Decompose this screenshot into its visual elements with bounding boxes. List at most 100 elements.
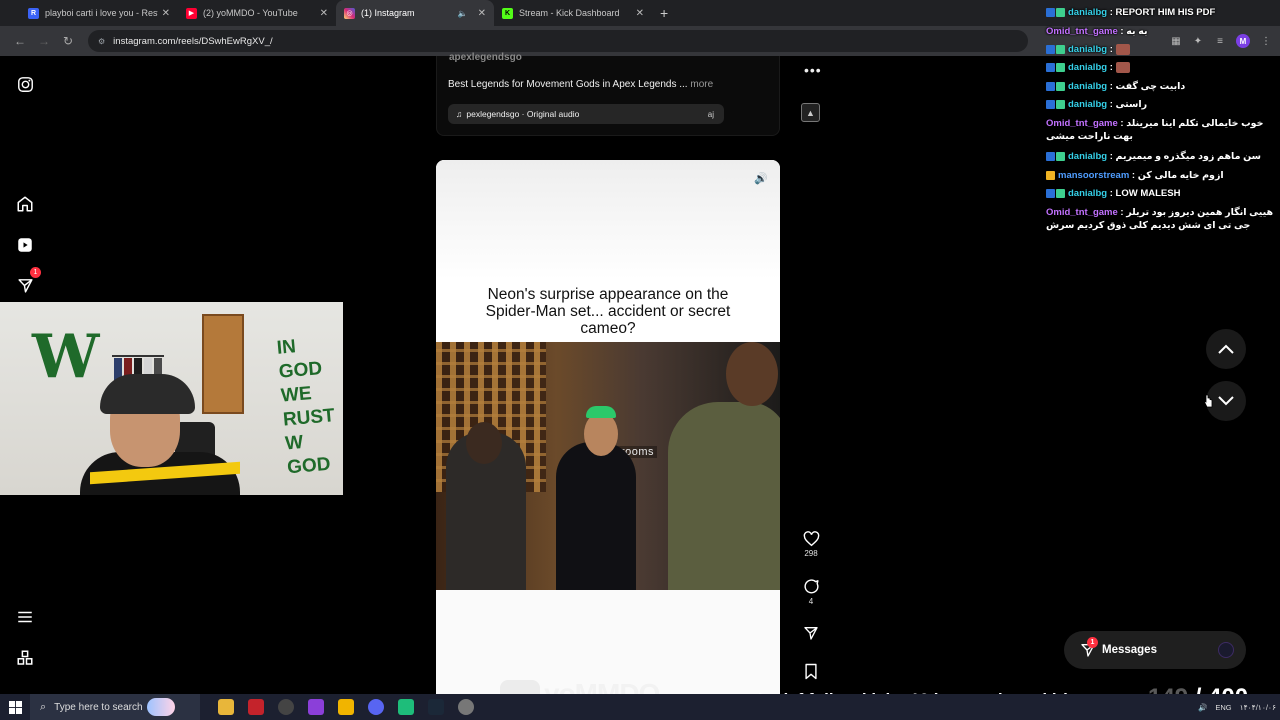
new-tab-button[interactable]: + — [660, 5, 668, 21]
chat-text: راستی — [1115, 99, 1148, 110]
save-button[interactable] — [798, 663, 824, 680]
chat-username: danialbg — [1068, 99, 1108, 110]
chat-badges — [1046, 44, 1065, 54]
chat-username: danialbg — [1068, 188, 1108, 199]
person-figure — [556, 442, 636, 590]
reel-audio-thumbnail[interactable]: ▲ — [801, 103, 820, 122]
app-icon[interactable] — [308, 699, 324, 715]
date-text: ۱۴۰۴/۱۰/۰۶ — [1239, 702, 1276, 712]
tab-title: (1) Instagram — [361, 8, 415, 18]
also-from-meta-icon[interactable] — [15, 648, 35, 668]
person-figure — [668, 402, 780, 590]
url-text: instagram.com/reels/DSwhEwRgXV_/ — [113, 35, 273, 47]
chat-username: danialbg — [1068, 44, 1108, 55]
person-head — [726, 342, 778, 406]
instagram-logo-icon[interactable] — [15, 74, 35, 94]
chat-text: سن ماهم زود میگذره و میمیریم — [1115, 151, 1262, 162]
previous-reel-button[interactable] — [1206, 329, 1246, 369]
chat-emote — [1115, 61, 1130, 73]
chat-message: danialbg : REPORT HIM HIS PDF — [1046, 6, 1278, 19]
chat-emote — [1115, 43, 1130, 55]
language-indicator[interactable]: ENG — [1215, 703, 1231, 712]
chat-badges — [1046, 99, 1065, 109]
steam-icon[interactable] — [428, 699, 444, 715]
tab-title: (2) yoMMDO - YouTube — [203, 8, 298, 18]
tab-instagram[interactable]: ◎ (1) Instagram 🔈 ✕ — [336, 0, 494, 26]
youtube-favicon-icon: ▶ — [186, 7, 197, 19]
person-head — [466, 422, 502, 464]
messages-button[interactable]: 1 Messages — [1064, 631, 1246, 669]
hand-cursor-icon — [1203, 394, 1213, 408]
reload-icon[interactable]: ↻ — [56, 34, 80, 48]
like-count: 298 — [804, 549, 818, 558]
clock[interactable]: ۱۴۰۴/۱۰/۰۶ — [1240, 703, 1276, 712]
discord-icon[interactable] — [368, 699, 384, 715]
menu-icon[interactable] — [15, 607, 35, 627]
chat-username: Omid_tnt_game — [1046, 26, 1118, 37]
chevron-down-icon — [1218, 396, 1234, 406]
windows-taskbar: ⌕ Type here to search 🔊 ENG ۱۴۰۴/۱۰/۰۶ — [0, 694, 1280, 720]
reel-video-frame: rooms — [436, 342, 780, 590]
app-icon[interactable] — [398, 699, 414, 715]
prev-username[interactable]: apexlegendsgo — [449, 52, 522, 63]
close-icon[interactable]: ✕ — [636, 8, 644, 19]
instagram-favicon-icon: ◎ — [344, 7, 355, 19]
chat-text: REPORT HIM HIS PDF — [1115, 7, 1216, 18]
messages-label: Messages — [1102, 644, 1157, 656]
chat-message: danialbg : دابیت چی گفت — [1046, 80, 1278, 93]
chat-text: LOW MALESH — [1115, 188, 1181, 199]
windows-logo-icon — [8, 700, 22, 714]
close-icon[interactable]: ✕ — [162, 8, 170, 19]
restream-favicon-icon: R — [28, 7, 39, 19]
audio-pill[interactable]: ♫ pexlegendsgo · Original audio aj — [448, 104, 724, 124]
chat-text: به به — [1126, 26, 1148, 37]
back-icon[interactable]: ← — [8, 34, 32, 48]
taskbar-search-input[interactable]: ⌕ Type here to search — [30, 694, 200, 720]
title-line: Spider-Man set... accident or secret — [485, 303, 731, 320]
close-icon[interactable]: ✕ — [478, 8, 486, 19]
search-placeholder: Type here to search — [54, 701, 143, 713]
streamer-cap — [100, 374, 195, 414]
reel-player[interactable]: 🔊 Neon's surprise appearance on the Spid… — [436, 160, 780, 696]
amd-icon[interactable] — [248, 699, 264, 715]
chat-badges — [1046, 151, 1065, 161]
more-options-icon[interactable]: ••• — [804, 62, 822, 78]
tab-restream[interactable]: R playboi carti i love you - Restre ✕ — [20, 0, 178, 26]
forward-icon[interactable]: → — [32, 34, 56, 48]
speaker-icon[interactable]: 🔈 — [458, 9, 468, 18]
caption-text: Best Legends for Movement Gods in Apex L… — [448, 79, 688, 90]
settings-icon[interactable] — [458, 699, 474, 715]
obs-icon[interactable] — [278, 699, 294, 715]
kick-favicon-icon: K — [502, 7, 513, 19]
chat-username: danialbg — [1068, 62, 1108, 73]
site-info-icon[interactable]: ⚙ — [98, 37, 105, 46]
chat-message: Omid_tnt_game : هییی انگار همین دیروز بو… — [1046, 207, 1274, 231]
chat-badges — [1046, 62, 1065, 72]
volume-icon[interactable]: 🔊 — [754, 172, 768, 186]
tab-youtube[interactable]: ▶ (2) yoMMDO - YouTube ✕ — [178, 0, 336, 26]
direct-messages-icon[interactable]: 1 — [15, 267, 41, 295]
heart-icon — [803, 531, 819, 547]
like-button[interactable]: 298 — [798, 531, 824, 558]
home-icon[interactable] — [15, 194, 35, 214]
previous-reel-card: apexlegendsgo Best Legends for Movement … — [436, 52, 780, 136]
close-icon[interactable]: ✕ — [320, 8, 328, 19]
url-field[interactable]: ⚙ instagram.com/reels/DSwhEwRgXV_/ — [88, 30, 1028, 52]
chat-badges — [1046, 81, 1065, 91]
start-button[interactable] — [0, 700, 30, 714]
reels-icon[interactable] — [15, 235, 35, 255]
chat-message: mansoorstream : ازوم خایه مالی کن — [1046, 169, 1278, 182]
chat-badges — [1046, 7, 1065, 17]
more-link[interactable]: more — [690, 79, 713, 90]
green-hair — [586, 406, 616, 418]
file-explorer-icon[interactable] — [218, 699, 234, 715]
app-icon[interactable] — [338, 699, 354, 715]
messages-badge: 1 — [1087, 637, 1098, 648]
widgets-icon[interactable] — [146, 698, 175, 716]
chat-text: ازوم خایه مالی کن — [1137, 170, 1224, 181]
volume-icon[interactable]: 🔊 — [1198, 703, 1207, 712]
chat-username: Omid_tnt_game — [1046, 207, 1118, 218]
comment-button[interactable]: 4 — [798, 578, 824, 606]
tab-kick[interactable]: K Stream - Kick Dashboard ✕ — [494, 0, 652, 26]
share-button[interactable] — [798, 625, 824, 641]
